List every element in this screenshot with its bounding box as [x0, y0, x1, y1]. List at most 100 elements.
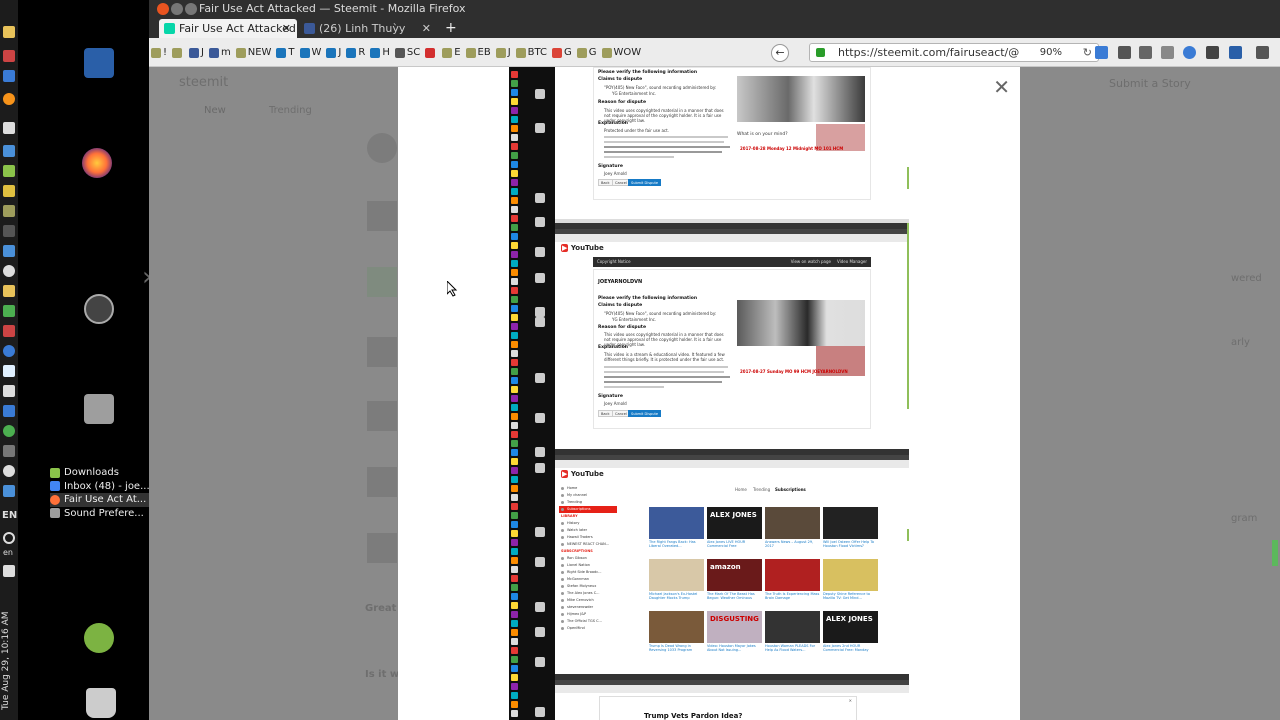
bookmark-item[interactable]: J: [495, 47, 511, 58]
bookmark-item[interactable]: WOW: [601, 47, 641, 58]
zoom-level[interactable]: 90%: [1040, 44, 1062, 61]
system-tray-icon[interactable]: [3, 485, 15, 497]
yt-video-thumbnail[interactable]: [649, 507, 704, 539]
download-icon[interactable]: [1095, 46, 1108, 59]
url-bar[interactable]: https://steemit.com/fairuseact/@ 90% ↻: [809, 43, 1099, 62]
youtube-logo[interactable]: ▶ YouTube: [561, 470, 604, 478]
yt-sidebar-item[interactable]: Home: [559, 485, 617, 492]
new-tab-button[interactable]: +: [445, 18, 457, 38]
yt-video-title[interactable]: Houston Woman PLEADS For Help As Flood W…: [765, 644, 820, 652]
bitcoin-icon[interactable]: [3, 93, 15, 105]
close-window-icon[interactable]: [157, 3, 169, 15]
close-tab-icon[interactable]: ✕: [422, 19, 431, 38]
user-switch-icon[interactable]: [84, 623, 114, 653]
library-icon[interactable]: [1139, 46, 1152, 59]
system-tray-icon[interactable]: [3, 122, 15, 134]
title-bar[interactable]: Fair Use Act Attacked — Steemit - Mozill…: [149, 0, 1280, 18]
file-manager-icon[interactable]: [84, 394, 114, 424]
system-tray-icon[interactable]: [3, 70, 15, 82]
bookmark-item[interactable]: R: [346, 47, 365, 58]
yt-video-thumbnail[interactable]: [823, 507, 878, 539]
yt-subscription-item[interactable]: Lionel Nation: [559, 562, 617, 569]
bookmark-item[interactable]: EB: [465, 47, 491, 58]
video-preview[interactable]: [737, 76, 865, 122]
yt-nav-home[interactable]: Home: [735, 487, 747, 492]
yt-video-title[interactable]: Alex Jones LIVE HOUR Commercial Free: [707, 540, 762, 548]
close-icon[interactable]: ✕: [993, 77, 1010, 97]
back-button[interactable]: ←: [771, 44, 789, 62]
yt-video-title[interactable]: Deputy Shine Reference to Mozilla TV: Ge…: [823, 592, 878, 600]
bookmark-item[interactable]: m: [208, 47, 231, 58]
yt-subscription-item[interactable]: OpenMind: [559, 625, 617, 632]
yt-sidebar-item[interactable]: Trending: [559, 499, 617, 506]
extension-icon[interactable]: [1229, 46, 1242, 59]
yt-subscription-item[interactable]: Hijmex J&P: [559, 611, 617, 618]
yt-sidebar-item[interactable]: Watch later: [559, 527, 617, 534]
system-tray-icon[interactable]: [3, 405, 15, 417]
menu-icon[interactable]: [1256, 46, 1269, 59]
tab-trending[interactable]: Trending: [269, 105, 312, 116]
extension-icon[interactable]: [1183, 46, 1196, 59]
yt-video-title[interactable]: Trump Is Dead Wrong in Reversing 1033 Pr…: [649, 644, 704, 652]
system-tray-icon[interactable]: [3, 385, 15, 397]
bookmark-item[interactable]: G: [552, 47, 572, 58]
yt-subscription-item[interactable]: Ron Gibson: [559, 555, 617, 562]
yt-video-title[interactable]: The Mark Of The Beast Has Begun: Weather…: [707, 592, 762, 600]
scrollbar-thumb[interactable]: [1272, 540, 1278, 566]
yt-video-thumbnail[interactable]: [649, 559, 704, 591]
yt-video-thumbnail[interactable]: [649, 611, 704, 643]
settings-icon[interactable]: [84, 294, 114, 324]
system-tray-icon[interactable]: [3, 305, 15, 317]
firefox-icon[interactable]: [82, 148, 112, 178]
pocket-icon[interactable]: [1161, 46, 1174, 59]
star-icon[interactable]: [1118, 46, 1131, 59]
bookmark-item[interactable]: BTC: [515, 47, 547, 58]
yt-video-title[interactable]: Alex Jones 2nd HOUR Commercial Free: Mon…: [823, 644, 878, 652]
bookmark-item[interactable]: J: [189, 47, 204, 58]
yt-video-title[interactable]: Video: Houston Mayor Jokes About Not Iss…: [707, 644, 762, 652]
youtube-logo[interactable]: ▶ YouTube: [561, 244, 604, 252]
yt-video-thumbnail[interactable]: [765, 507, 820, 539]
yt-video-title[interactable]: The Truth Is Experiencing Mass Brain Dam…: [765, 592, 820, 600]
yt-video-thumbnail[interactable]: [823, 559, 878, 591]
system-tray-icon[interactable]: [3, 285, 15, 297]
system-tray-icon[interactable]: [3, 245, 15, 257]
wifi-icon[interactable]: [3, 532, 15, 544]
tab-new[interactable]: New: [204, 105, 226, 116]
yt-subscription-item[interactable]: McGonnman: [559, 576, 617, 583]
close-tab-icon[interactable]: ✕: [282, 19, 291, 38]
close-icon[interactable]: ✕: [849, 698, 852, 703]
yt-subscription-item[interactable]: stevenerowder: [559, 604, 617, 611]
system-tray-icon[interactable]: [3, 345, 15, 357]
bookmark-item[interactable]: [425, 47, 437, 58]
window-list-item[interactable]: Downloads: [50, 466, 150, 480]
yt-subscription-item[interactable]: The Alex Jones C...: [559, 590, 617, 597]
window-list-item[interactable]: Sound Prefere...: [50, 507, 150, 521]
back-button[interactable]: Back: [598, 410, 613, 417]
keyboard-language-indicator[interactable]: EN: [2, 510, 17, 521]
yt-video-thumbnail[interactable]: amazon: [707, 559, 762, 591]
yt-video-thumbnail[interactable]: [765, 559, 820, 591]
yt-nav-trending[interactable]: Trending: [753, 487, 770, 492]
system-tray-icon[interactable]: [3, 205, 15, 217]
system-tray-icon[interactable]: [3, 165, 15, 177]
yt-video-thumbnail[interactable]: DISGUSTING: [707, 611, 762, 643]
maximize-window-icon[interactable]: [185, 3, 197, 15]
yt-sidebar-item[interactable]: Hawaii Traders: [559, 534, 617, 541]
bookmark-item[interactable]: W: [299, 47, 321, 58]
submit-dispute-button[interactable]: Submit Dispute: [628, 179, 661, 186]
system-tray-icon[interactable]: [3, 445, 15, 457]
yt-sidebar-item[interactable]: Subscriptions: [559, 506, 617, 513]
system-tray-icon[interactable]: [3, 185, 15, 197]
system-tray-icon[interactable]: [3, 325, 15, 337]
submit-dispute-button[interactable]: Submit Dispute: [628, 410, 661, 417]
submit-story-link[interactable]: Submit a Story: [1109, 77, 1191, 90]
system-tray-icon[interactable]: [3, 265, 15, 277]
yt-subscription-item[interactable]: Mike Cernovich: [559, 597, 617, 604]
bookmark-item[interactable]: G: [576, 47, 597, 58]
reload-icon[interactable]: ↻: [1083, 44, 1092, 61]
yt-nav-subscriptions[interactable]: Subscriptions: [775, 487, 806, 492]
volume-icon[interactable]: [3, 565, 15, 577]
lock-icon[interactable]: [816, 48, 825, 57]
system-tray-icon[interactable]: [3, 425, 15, 437]
